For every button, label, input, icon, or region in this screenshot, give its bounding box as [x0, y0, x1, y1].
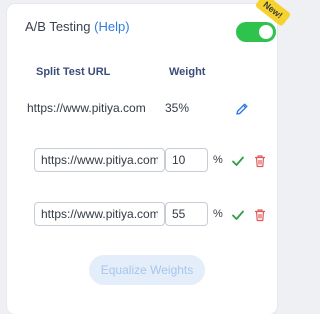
- weight-input-1[interactable]: [165, 148, 208, 172]
- equalize-weights-button[interactable]: Equalize Weights: [89, 255, 205, 285]
- percent-label-1: %: [213, 154, 223, 166]
- split-url-input-1[interactable]: [34, 148, 165, 172]
- split-url-input-2[interactable]: [34, 202, 165, 226]
- ab-testing-toggle[interactable]: [236, 22, 276, 42]
- check-icon[interactable]: [231, 208, 245, 222]
- primary-url: https://www.pitiya.com: [27, 101, 146, 115]
- weight-input-2[interactable]: [165, 202, 208, 226]
- percent-label-2: %: [213, 208, 223, 220]
- column-header-url: Split Test URL: [36, 66, 111, 78]
- ab-testing-header: A/B Testing (Help): [25, 19, 130, 34]
- primary-weight: 35%: [165, 101, 190, 115]
- check-icon[interactable]: [231, 154, 245, 168]
- ab-testing-card: A/B Testing (Help) Split Test URL Weight…: [7, 4, 277, 314]
- ab-testing-title: A/B Testing: [25, 19, 91, 34]
- column-header-weight: Weight: [169, 66, 206, 78]
- toggle-knob: [259, 25, 273, 39]
- pencil-icon[interactable]: [235, 102, 249, 116]
- trash-icon[interactable]: [253, 208, 267, 222]
- trash-icon[interactable]: [253, 154, 267, 168]
- help-link[interactable]: (Help): [94, 19, 129, 34]
